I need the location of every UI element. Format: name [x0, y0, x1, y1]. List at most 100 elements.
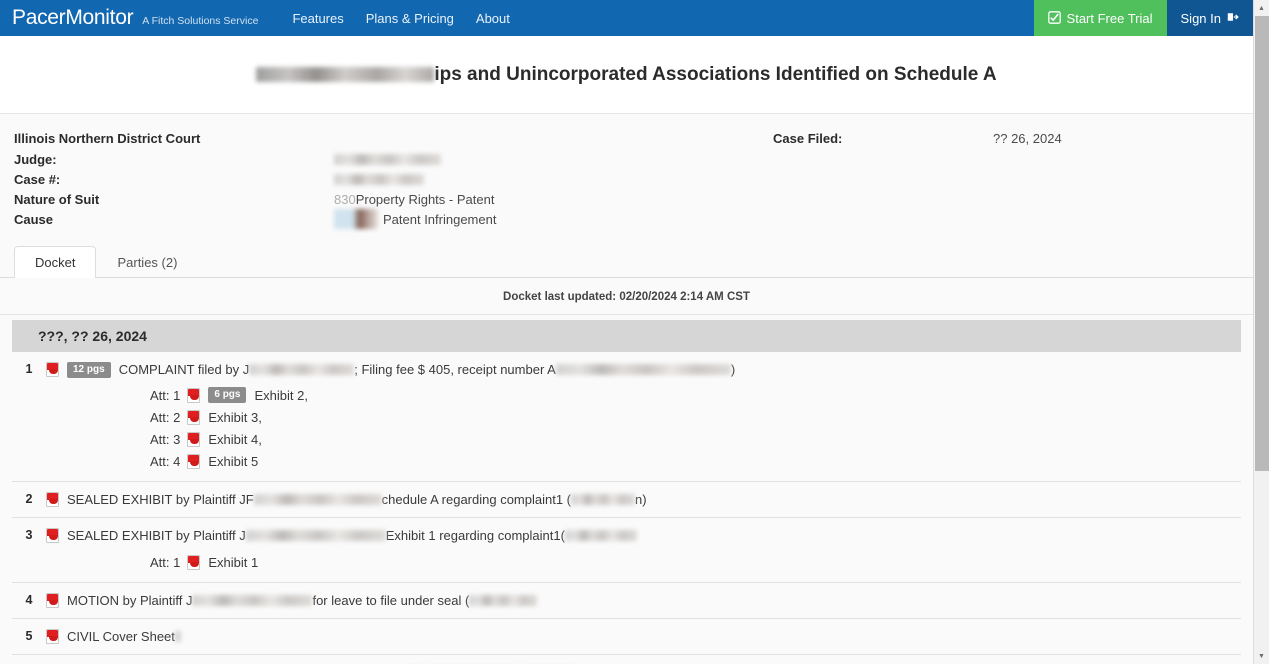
redacted-cause-prefix: [334, 209, 378, 229]
table-row[interactable]: 6 NOTIFICATION of Affiliates pursuant to…: [12, 655, 1241, 664]
redacted-trailing-text: [174, 631, 181, 642]
page-count-badge: 12 pgs: [67, 361, 111, 378]
entry-number: 3: [25, 528, 33, 542]
sign-in-icon: [1227, 11, 1239, 25]
brand-logo[interactable]: PacerMonitor: [12, 0, 134, 36]
case-title-band: ips and Unincorporated Associations Iden…: [0, 36, 1253, 114]
redacted-attorney-name: [564, 530, 637, 541]
tab-docket[interactable]: Docket: [14, 246, 97, 278]
vertical-scrollbar[interactable]: ▲ ▼: [1253, 0, 1269, 664]
list-item[interactable]: Att: 1 6 pgs Exhibit 2,: [150, 384, 1241, 406]
entry-number: 5: [25, 629, 33, 643]
attachment-list: Att: 1 6 pgs Exhibit 2, Att: 2 Exhibit 3…: [46, 378, 1241, 472]
case-info-panel: Illinois Northern District Court Judge: …: [0, 114, 1253, 235]
entry-text-end: ): [730, 362, 736, 377]
top-navbar: PacerMonitor A Fitch Solutions Service F…: [0, 0, 1253, 36]
case-filed-row: Case Filed: ?? 26, 2024: [773, 128, 1239, 148]
table-row[interactable]: 1 12 pgs COMPLAINT filed by J ; Filing f…: [12, 352, 1241, 482]
brand-tagline: A Fitch Solutions Service: [142, 15, 259, 27]
entry-main-line: 12 pgs COMPLAINT filed by J ; Filing fee…: [46, 361, 1241, 378]
list-item[interactable]: Att: 2 Exhibit 3,: [150, 406, 1241, 428]
entry-body: MOTION by Plaintiff J for leave to file …: [46, 592, 1241, 609]
entry-text-before: SEALED EXHIBIT by Plaintiff J: [67, 528, 246, 543]
list-item[interactable]: Att: 4 Exhibit 5: [150, 450, 1241, 472]
attachment-text: Exhibit 4,: [208, 431, 262, 447]
case-field-cause-label: Cause: [14, 211, 54, 227]
case-field-case-number-label: Case #:: [14, 171, 61, 187]
attachment-text: Exhibit 1: [208, 554, 259, 570]
pdf-icon[interactable]: [187, 387, 201, 403]
sign-in-label: Sign In: [1180, 10, 1221, 26]
browser-page: PacerMonitor A Fitch Solutions Service F…: [0, 0, 1269, 664]
attachment-text: Exhibit 2,: [254, 387, 308, 403]
pdf-icon[interactable]: [46, 492, 59, 507]
entry-text-mid: ; Filing fee $ 405, receipt number A: [354, 362, 556, 377]
scrollbar-thumb[interactable]: [1255, 16, 1269, 471]
entry-main-line: SEALED EXHIBIT by Plaintiff J Exhibit 1 …: [46, 527, 1241, 544]
entry-number: 1: [25, 362, 33, 376]
docket-date-header: ???, ?? 26, 2024: [12, 320, 1241, 352]
table-row[interactable]: 3 SEALED EXHIBIT by Plaintiff J Exhibit …: [12, 518, 1241, 583]
entry-text-before: MOTION by Plaintiff J: [67, 593, 193, 608]
pdf-icon[interactable]: [187, 431, 201, 447]
entry-text-before: CIVIL Cover Sheet: [67, 629, 175, 644]
case-field-judge-label: Judge:: [14, 151, 57, 167]
start-free-trial-button[interactable]: Start Free Trial: [1033, 0, 1167, 36]
entry-text-before: COMPLAINT filed by J: [118, 362, 250, 377]
tab-docket-label: Docket: [35, 255, 76, 270]
pdf-icon[interactable]: [46, 593, 59, 608]
entry-text-before: SEALED EXHIBIT by Plaintiff JF: [67, 492, 254, 507]
brand-area[interactable]: PacerMonitor A Fitch Solutions Service: [0, 0, 258, 36]
nav-link-plans-pricing[interactable]: Plans & Pricing: [366, 11, 454, 26]
table-row[interactable]: 2 SEALED EXHIBIT by Plaintiff JF chedule…: [12, 482, 1241, 518]
pdf-icon[interactable]: [46, 362, 59, 377]
list-item[interactable]: Att: 3 Exhibit 4,: [150, 428, 1241, 450]
table-row[interactable]: 4 MOTION by Plaintiff J for leave to fil…: [12, 583, 1241, 619]
nav-link-about[interactable]: About: [476, 11, 510, 26]
page-title-visible: ips and Unincorporated Associations Iden…: [434, 63, 997, 85]
pdf-icon[interactable]: [187, 453, 201, 469]
attachment-list: Att: 1 Exhibit 1: [46, 544, 1241, 573]
entry-text-mid: chedule A regarding complaint1 (: [381, 492, 572, 507]
nature-of-suit-text: Property Rights - Patent: [355, 191, 495, 207]
list-item[interactable]: Att: 1 Exhibit 1: [150, 551, 1241, 573]
nav-links: Features Plans & Pricing About: [292, 0, 509, 36]
entry-text-end: n): [635, 492, 647, 507]
case-filed-label: Case Filed:: [773, 130, 843, 146]
start-free-trial-label: Start Free Trial: [1066, 10, 1153, 26]
scrollbar-track[interactable]: [1254, 16, 1269, 648]
case-field-case-number: Case #:: [14, 169, 749, 189]
pdf-icon[interactable]: [187, 409, 201, 425]
scroll-down-arrow-icon[interactable]: ▼: [1254, 648, 1269, 664]
page-title: ips and Unincorporated Associations Iden…: [256, 63, 997, 86]
redacted-attorney-name: [571, 494, 636, 505]
pdf-icon[interactable]: [46, 629, 59, 644]
court-name: Illinois Northern District Court: [14, 131, 201, 146]
nav-right-actions: Start Free Trial Sign In: [1033, 0, 1253, 36]
case-filed-value: ?? 26, 2024: [993, 130, 1062, 146]
attachment-page-badge: 6 pgs: [208, 387, 247, 403]
tab-parties[interactable]: Parties (2): [96, 246, 198, 278]
docket-last-updated: Docket last updated: 02/20/2024 2:14 AM …: [0, 278, 1253, 315]
case-field-judge: Judge:: [14, 149, 749, 169]
nav-link-features[interactable]: Features: [292, 11, 343, 26]
redacted-attorney-name: [469, 595, 538, 606]
sign-in-button[interactable]: Sign In: [1166, 0, 1253, 36]
attachment-label: Att: 4: [150, 453, 181, 469]
pdf-icon[interactable]: [46, 528, 59, 543]
redacted-case-name: [256, 66, 435, 82]
scroll-up-arrow-icon[interactable]: ▲: [1254, 0, 1269, 16]
attachment-label: Att: 1: [150, 387, 181, 403]
redacted-party-name: [245, 530, 386, 541]
pdf-icon[interactable]: [187, 554, 201, 570]
redacted-party-name: [253, 494, 382, 505]
table-row[interactable]: 5 CIVIL Cover Sheet: [12, 619, 1241, 655]
entry-body: CIVIL Cover Sheet: [46, 628, 1241, 645]
case-field-cause: Cause Patent Infringement: [14, 209, 749, 229]
case-field-case-number-value: [334, 173, 424, 185]
case-field-nature-of-suit-value: 830 Property Rights - Patent: [334, 192, 494, 207]
entry-number: 4: [25, 593, 33, 607]
case-field-nature-of-suit-label: Nature of Suit: [14, 191, 100, 207]
case-tabs: Docket Parties (2): [0, 235, 1253, 278]
entry-main-line: SEALED EXHIBIT by Plaintiff JF chedule A…: [46, 491, 1241, 508]
